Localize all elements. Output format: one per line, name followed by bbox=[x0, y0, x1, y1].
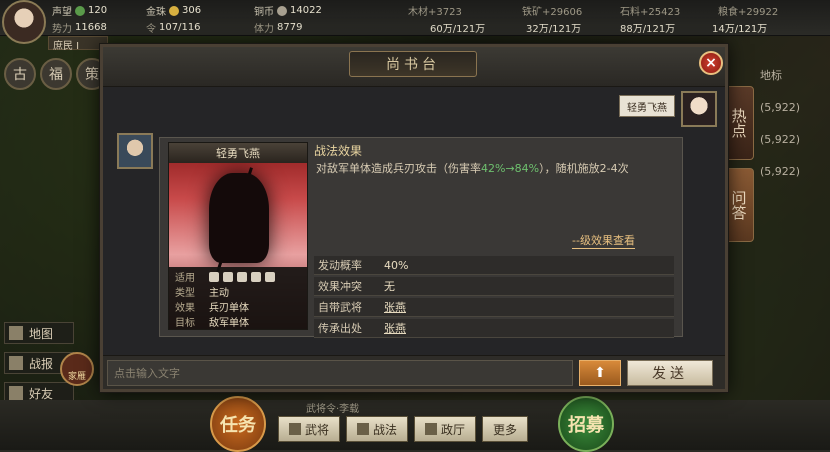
gold-icon bbox=[169, 5, 179, 16]
side-menu-map[interactable]: 地图 bbox=[4, 322, 74, 344]
generals-button[interactable]: 武将 bbox=[278, 416, 341, 442]
right-sender-avatar[interactable] bbox=[681, 91, 717, 127]
resource-total-iron: 32万/121万 bbox=[526, 24, 582, 35]
dialog-header: 尚书台 × bbox=[103, 47, 725, 87]
battle-icon bbox=[9, 356, 23, 370]
right-side-tabs: 热点 问答 bbox=[724, 86, 754, 250]
warrior-silhouette bbox=[209, 173, 269, 263]
resource-power: 势力 11668 bbox=[52, 22, 107, 35]
cavalry-icon bbox=[209, 271, 219, 282]
map-icon bbox=[9, 326, 23, 340]
resource-prestige: 声望 120 bbox=[52, 5, 108, 18]
level-effect-link[interactable]: --级效果查看 bbox=[572, 232, 635, 249]
prop-row-inherit-source: 传承出处 张燕 bbox=[314, 319, 674, 338]
chat-message-area[interactable]: 轻勇飞燕 轻勇飞燕 适用 类型 主动 效果 兵刃单体 目标 敌军单体 战法效果 … bbox=[103, 87, 725, 355]
left-sender-avatar[interactable] bbox=[117, 133, 153, 169]
tab-hot-topics[interactable]: 热点 bbox=[724, 86, 754, 160]
effect-text: 对敌军单体造成兵刃攻击（伤害率42%→84%），随机施放2-4次 bbox=[316, 162, 629, 175]
expand-button[interactable]: ⬆ bbox=[579, 360, 621, 386]
landmark-header: 地标 bbox=[760, 69, 782, 82]
government-button[interactable]: 政厅 bbox=[414, 416, 477, 442]
task-button[interactable]: 任务 bbox=[210, 396, 266, 452]
send-button[interactable]: 发送 bbox=[627, 360, 713, 386]
siege-icon bbox=[265, 271, 275, 282]
resource-rate-iron: 铁矿+29606 bbox=[522, 7, 583, 18]
resource-rate-stone: 石料+25423 bbox=[620, 7, 681, 18]
prestige-icon bbox=[75, 5, 85, 16]
copper-icon bbox=[277, 5, 287, 16]
tab-qa[interactable]: 问答 bbox=[724, 168, 754, 242]
skill-target-row: 目标 敌军单体 bbox=[175, 318, 249, 329]
prop-row-own-general: 自带武将 张燕 bbox=[314, 298, 674, 317]
player-avatar[interactable] bbox=[2, 0, 46, 44]
round-button-2[interactable]: 福 bbox=[40, 58, 72, 90]
skill-name: 轻勇飞燕 bbox=[169, 143, 307, 163]
chat-input-bar: ⬆ 发送 bbox=[103, 355, 725, 389]
round-button-1[interactable]: 古 bbox=[4, 58, 36, 90]
home-button[interactable]: 家雁 bbox=[60, 352, 94, 386]
inherit-source-link[interactable]: 张燕 bbox=[384, 320, 406, 336]
resource-total-stone: 88万/121万 bbox=[620, 24, 676, 35]
chat-input[interactable] bbox=[107, 360, 573, 386]
landmark-coord[interactable]: (5,922) bbox=[760, 156, 830, 188]
resource-topbar: 声望 120 金珠 306 铜币 14022 势力 11668 令 107/11… bbox=[0, 0, 830, 44]
effect-heading: 战法效果 bbox=[314, 144, 363, 158]
friends-icon bbox=[9, 386, 23, 400]
skill-effect-row: 效果 兵刃单体 bbox=[175, 303, 249, 314]
skill-info: 适用 类型 主动 效果 兵刃单体 目标 敌军单体 bbox=[169, 267, 307, 329]
shangshutai-dialog: 尚书台 × 轻勇飞燕 轻勇飞燕 适用 类型 主动 效果 兵刃单体 目标 敌军单体… bbox=[100, 44, 728, 392]
skill-card: 轻勇飞燕 适用 类型 主动 效果 兵刃单体 目标 敌军单体 战法效果 对敌军单体… bbox=[159, 137, 683, 340]
prop-row-trigger: 发动概率 40% bbox=[314, 256, 674, 275]
resource-total-grain: 14万/121万 bbox=[712, 24, 768, 35]
resource-stamina: 体力 8779 bbox=[254, 22, 303, 35]
skill-apply-row: 适用 bbox=[175, 269, 301, 284]
left-round-buttons: 古 福 策 bbox=[4, 58, 108, 90]
landmark-coord[interactable]: (5,922) bbox=[760, 124, 830, 156]
own-general-link[interactable]: 张燕 bbox=[384, 299, 406, 315]
right-landmark-list: 地标 (5,922) (5,922) (5,922) bbox=[760, 60, 830, 188]
resource-rate-wood: 木材+3723 bbox=[408, 7, 462, 18]
lord-rank-tag: 庶民 I bbox=[48, 36, 108, 52]
resource-rate-grain: 粮食+29922 bbox=[718, 7, 779, 18]
general-icon bbox=[289, 423, 301, 435]
more-button[interactable]: 更多 bbox=[482, 416, 529, 442]
resource-copper: 铜币 14022 bbox=[254, 5, 322, 18]
skill-art: 轻勇飞燕 适用 类型 主动 效果 兵刃单体 目标 敌军单体 bbox=[168, 142, 308, 330]
dialog-title: 尚书台 bbox=[349, 51, 477, 77]
prop-row-conflict: 效果冲突无 bbox=[314, 277, 674, 296]
government-icon bbox=[425, 423, 438, 435]
bottom-note: 武将令·李载 bbox=[306, 404, 360, 415]
resource-orders: 令 107/116 bbox=[146, 22, 201, 35]
effect-rate: 42%→84% bbox=[481, 162, 540, 175]
tactics-button[interactable]: 战法 bbox=[346, 416, 409, 442]
shield-icon bbox=[223, 271, 233, 282]
recruit-button[interactable]: 招募 bbox=[558, 396, 614, 452]
skill-properties: 发动概率 40% 效果冲突无 自带武将 张燕 传承出处 张燕 bbox=[314, 256, 674, 340]
spear-icon bbox=[251, 271, 261, 282]
skill-detail: 战法效果 对敌军单体造成兵刃攻击（伤害率42%→84%），随机施放2-4次 bbox=[314, 142, 674, 177]
resource-gold: 金珠 306 bbox=[146, 5, 202, 18]
troop-type-icons bbox=[209, 271, 275, 282]
tactics-icon bbox=[357, 423, 370, 435]
resource-total-wood: 60万/121万 bbox=[430, 24, 486, 35]
incoming-skill-chip[interactable]: 轻勇飞燕 bbox=[619, 95, 675, 117]
landmark-coord[interactable]: (5,922) bbox=[760, 92, 830, 124]
bow-icon bbox=[237, 271, 247, 282]
close-button[interactable]: × bbox=[699, 51, 723, 75]
skill-type-row: 类型 主动 bbox=[175, 288, 229, 299]
bottom-buttons: 武将 战法 政厅 更多 bbox=[278, 416, 529, 442]
